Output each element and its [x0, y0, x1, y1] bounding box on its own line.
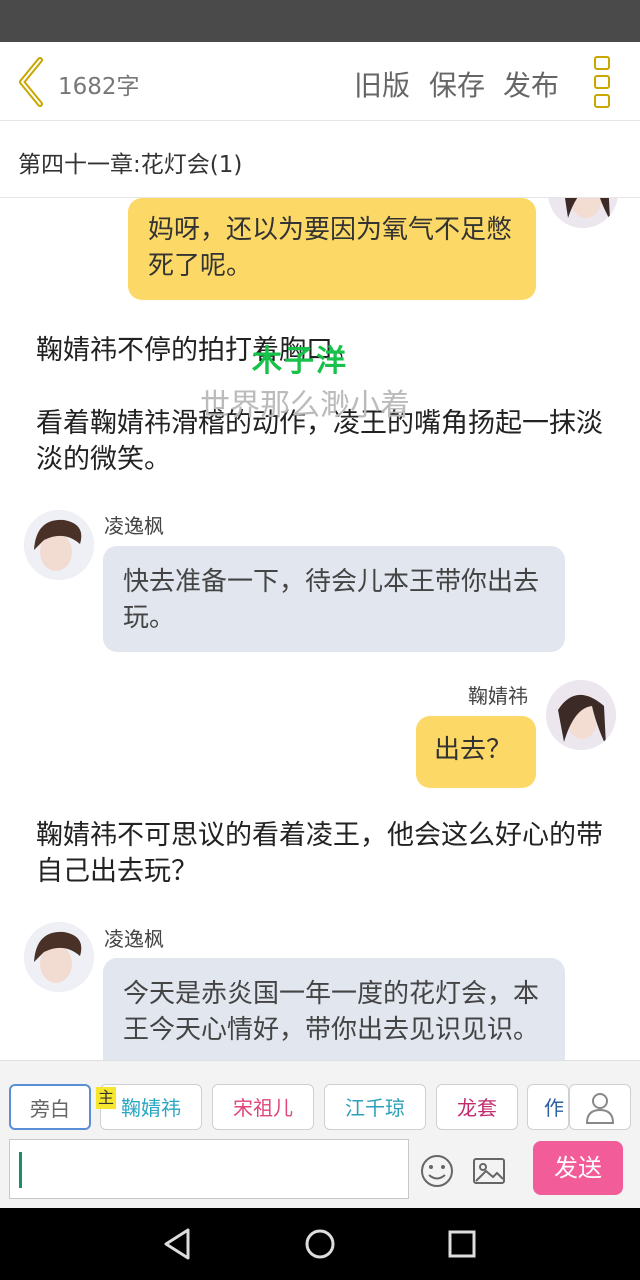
- status-bar: [0, 0, 640, 42]
- avatar: [548, 198, 618, 228]
- emoji-icon[interactable]: [417, 1151, 457, 1191]
- message-bubble[interactable]: 今天是赤炎国一年一度的花灯会，本王今天心情好，带你出去见识见识。: [103, 958, 565, 1060]
- story-content[interactable]: 妈呀，还以为要因为氧气不足憋死了呢。 鞠婧祎不停的拍打着胸口。 看着鞠婧祎滑稽的…: [0, 198, 640, 1060]
- old-version-button[interactable]: 旧版: [354, 64, 410, 104]
- character-chip-5[interactable]: 作: [527, 1084, 569, 1130]
- character-chip-narrator[interactable]: 旁白: [9, 1084, 91, 1130]
- avatar: [24, 922, 94, 992]
- system-nav-bar: [0, 1208, 640, 1280]
- character-chip-4[interactable]: 龙套: [436, 1084, 518, 1130]
- message-input[interactable]: [9, 1139, 409, 1199]
- speaker-name: 凌逸枫: [104, 927, 164, 951]
- more-menu-icon[interactable]: [594, 56, 614, 108]
- speaker-name: 凌逸枫: [104, 514, 164, 538]
- message-bubble[interactable]: 快去准备一下，待会儿本王带你出去玩。: [103, 546, 565, 652]
- nav-back-icon[interactable]: [160, 1226, 196, 1262]
- watermark-line2: 世界那么渺小着: [200, 388, 410, 423]
- character-chip-2[interactable]: 宋祖儿: [212, 1084, 314, 1130]
- nav-home-icon[interactable]: [302, 1226, 338, 1262]
- publish-button[interactable]: 发布: [503, 64, 559, 104]
- narration[interactable]: 鞠婧祎不可思议的看着凌王，他会这么好心的带自己出去玩？: [36, 818, 616, 890]
- watermark-line1: 木子洋: [252, 344, 348, 379]
- top-bar: 1682字 旧版 保存 发布: [0, 42, 640, 121]
- save-button[interactable]: 保存: [429, 64, 485, 104]
- word-count: 1682字: [58, 74, 140, 100]
- chapter-title: 第四十一章:花灯会(1): [18, 152, 243, 178]
- person-icon[interactable]: [569, 1084, 631, 1130]
- speaker-name: 鞠婧祎: [468, 684, 528, 708]
- composer-panel: 旁白 鞠婧祎 主 宋祖儿 江千琼 龙套 作 发送: [0, 1060, 640, 1209]
- nav-recents-icon[interactable]: [444, 1226, 480, 1262]
- message-bubble[interactable]: 出去？: [416, 716, 536, 788]
- message-bubble[interactable]: 妈呀，还以为要因为氧气不足憋死了呢。: [128, 198, 536, 300]
- avatar: [24, 510, 94, 580]
- chapter-title-bar[interactable]: 第四十一章:花灯会(1): [0, 121, 640, 198]
- main-badge: 主: [96, 1087, 116, 1109]
- send-button[interactable]: 发送: [533, 1141, 623, 1195]
- back-chevron-icon[interactable]: [14, 56, 50, 108]
- avatar: [546, 680, 616, 750]
- image-icon[interactable]: [469, 1151, 509, 1191]
- character-chip-3[interactable]: 江千琼: [324, 1084, 426, 1130]
- text-caret: [19, 1152, 22, 1188]
